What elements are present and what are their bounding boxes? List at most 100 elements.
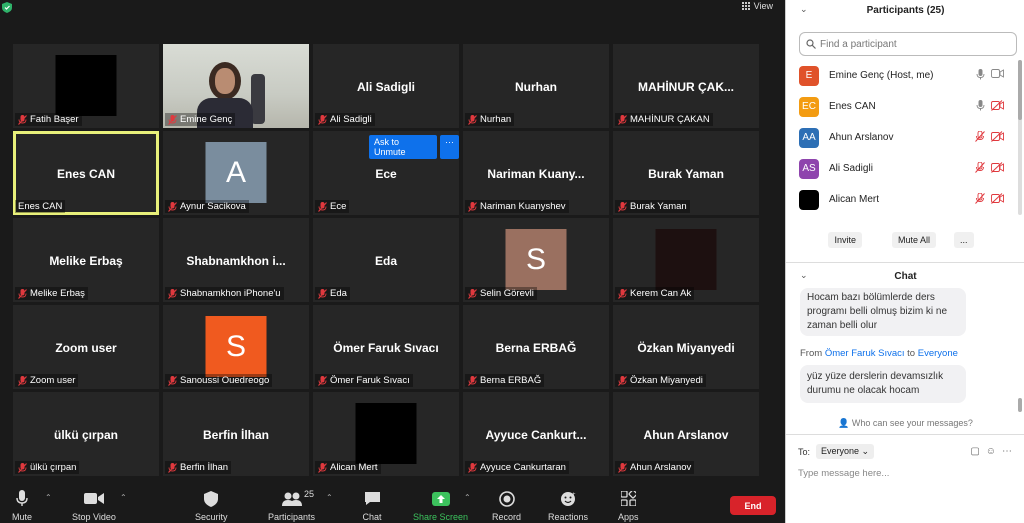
participant-avatar: AS <box>799 158 819 179</box>
participant-tile[interactable]: Emine Genç <box>163 44 309 128</box>
security-button[interactable]: Security <box>195 490 228 522</box>
mute-button[interactable]: Mute <box>12 490 32 522</box>
mute-all-button[interactable]: Mute All <box>891 232 936 248</box>
share-screen-icon <box>431 491 450 506</box>
more-dots-icon[interactable]: ⋯ <box>1002 446 1012 457</box>
invite-button[interactable]: Invite <box>828 232 862 248</box>
participant-row[interactable]: Alican Mert <box>786 184 1016 215</box>
participant-tile[interactable]: Berfin İlhan Berfin İlhan <box>163 392 309 476</box>
mute-label: Mute <box>12 512 33 522</box>
participant-tile[interactable]: Shabnamkhon i... Shabnamkhon iPhone'u <box>163 218 309 302</box>
file-icon[interactable]: ▢ <box>970 446 979 457</box>
participants-count-badge: 25 <box>304 489 315 499</box>
participant-search-input[interactable]: Find a participant <box>799 32 1017 56</box>
participant-tile[interactable]: Ömer Faruk Sıvacı Ömer Faruk Sıvacı <box>313 305 459 389</box>
chat-scrollbar[interactable] <box>1018 398 1022 412</box>
participant-caption: Alican Mert <box>315 461 381 474</box>
participant-name: Melike Erbaş <box>30 288 85 299</box>
participant-caption: Aynur Sacikova <box>165 200 249 213</box>
participant-tile[interactable]: Eda Eda <box>313 218 459 302</box>
chat-input-divider <box>786 434 1024 435</box>
who-can-see-label: Who can see your messages? <box>851 418 973 428</box>
participant-name: Berfin İlhan <box>180 462 229 473</box>
participant-name: Ece <box>330 201 347 212</box>
search-icon <box>806 39 816 49</box>
mic-muted-icon <box>975 193 985 204</box>
participant-tile[interactable]: Ayyuce Cankurt... Ayyuce Cankurtaran <box>463 392 609 476</box>
participant-tile[interactable]: S Selin Görevli <box>463 218 609 302</box>
participant-caption: MAHİNUR ÇAKAN <box>615 113 713 126</box>
participant-name-large: Ömer Faruk Sıvacı <box>333 341 439 355</box>
participant-tile[interactable]: ülkü çırpan ülkü çırpan <box>13 392 159 476</box>
record-label: Record <box>492 512 522 522</box>
mic-muted-icon <box>468 114 477 125</box>
recipient-dropdown[interactable]: Everyone ⌄ <box>816 444 875 459</box>
participant-caption: Özkan Miyanyedi <box>615 374 706 387</box>
who-can-see-link[interactable]: 👤 Who can see your messages? <box>786 418 1024 429</box>
encryption-shield-icon[interactable] <box>2 2 12 13</box>
participant-tile[interactable]: Fatih Başer <box>13 44 159 128</box>
participants-options-chevron-icon[interactable]: ⌃ <box>326 493 333 502</box>
participant-row[interactable]: E Emine Genç (Host, me) <box>786 60 1016 91</box>
participant-caption: Nurhan <box>465 113 515 126</box>
participant-tile[interactable]: S Sanoussi Ouedreogo <box>163 305 309 389</box>
recipient-link[interactable]: Everyone <box>918 348 958 359</box>
participant-caption: Ali Sadigli <box>315 113 375 126</box>
participant-name: Ayyuce Cankurtaran <box>480 462 566 473</box>
participant-list-scrollbar[interactable] <box>1018 60 1022 215</box>
video-off-icon <box>991 131 1004 142</box>
participant-name-large: Nariman Kuany... <box>487 167 585 181</box>
chat-message-input[interactable]: Type message here... <box>798 468 1008 482</box>
participant-tile[interactable]: Kerem Can Ak <box>613 218 759 302</box>
participant-tile[interactable]: A Aynur Sacikova <box>163 131 309 215</box>
participant-tile[interactable]: Ali Sadigli Ali Sadigli <box>313 44 459 128</box>
participant-tile[interactable]: MAHİNUR ÇAK... MAHİNUR ÇAKAN <box>613 44 759 128</box>
participant-tile[interactable]: Ahun Arslanov Ahun Arslanov <box>613 392 759 476</box>
participant-row[interactable]: AA Ahun Arslanov <box>786 122 1016 153</box>
participant-row[interactable]: AS Ali Sadigli <box>786 153 1016 184</box>
person-question-icon: 👤 <box>838 418 850 428</box>
participant-caption: Fatih Başer <box>15 113 82 126</box>
participant-tile[interactable]: Enes CAN Enes CAN <box>13 131 159 215</box>
microphone-icon <box>976 69 985 80</box>
participant-caption: Enes CAN <box>15 200 66 213</box>
search-placeholder: Find a participant <box>820 38 897 50</box>
participant-tile[interactable]: Zoom user Zoom user <box>13 305 159 389</box>
end-meeting-button[interactable]: End <box>730 496 776 515</box>
tile-more-button[interactable]: ··· <box>440 135 459 159</box>
more-options-button[interactable]: ... <box>954 232 974 248</box>
apps-button[interactable]: Apps <box>618 490 639 522</box>
participant-name: Aynur Sacikova <box>180 201 246 212</box>
participant-tile[interactable]: Nariman Kuany... Nariman Kuanyshev <box>463 131 609 215</box>
reactions-button[interactable]: + Reactions <box>548 490 588 522</box>
participant-status-icons <box>975 193 1004 204</box>
participant-tile[interactable]: Nurhan Nurhan <box>463 44 609 128</box>
mic-muted-icon <box>618 288 627 299</box>
share-options-chevron-icon[interactable]: ⌃ <box>464 493 471 502</box>
participant-status-icons <box>975 162 1004 173</box>
share-screen-button[interactable]: Share Screen <box>413 490 468 522</box>
emoji-icon[interactable]: ☺ <box>986 446 996 457</box>
view-button[interactable]: View <box>741 1 773 11</box>
record-button[interactable]: Record <box>492 490 521 522</box>
participant-tile[interactable]: Özkan Miyanyedi Özkan Miyanyedi <box>613 305 759 389</box>
mic-muted-icon <box>318 201 327 212</box>
participant-name: Enes CAN <box>18 201 63 212</box>
participant-row[interactable]: EC Enes CAN <box>786 91 1016 122</box>
mute-options-chevron-icon[interactable]: ⌃ <box>45 493 52 502</box>
participant-tile[interactable]: Alican Mert <box>313 392 459 476</box>
chat-button[interactable]: Chat <box>362 490 382 522</box>
participant-tile[interactable]: Ece Ask to Unmute ··· Ece <box>313 131 459 215</box>
participant-caption: Ahun Arslanov <box>615 461 695 474</box>
sender-name-link[interactable]: Ömer Faruk Sıvacı <box>825 348 905 359</box>
participant-tile[interactable]: Melike Erbaş Melike Erbaş <box>13 218 159 302</box>
participant-name: Ömer Faruk Sıvacı <box>330 375 410 386</box>
mic-muted-icon <box>618 462 627 473</box>
ask-to-unmute-button[interactable]: Ask to Unmute <box>369 135 437 159</box>
to-label: To: <box>798 446 811 457</box>
participant-tile[interactable]: Berna ERBAĞ Berna ERBAĞ <box>463 305 609 389</box>
participant-tile[interactable]: Burak Yaman Burak Yaman <box>613 131 759 215</box>
stop-video-label: Stop Video <box>72 512 116 522</box>
video-options-chevron-icon[interactable]: ⌃ <box>120 493 127 502</box>
stop-video-button[interactable]: Stop Video <box>72 490 116 522</box>
